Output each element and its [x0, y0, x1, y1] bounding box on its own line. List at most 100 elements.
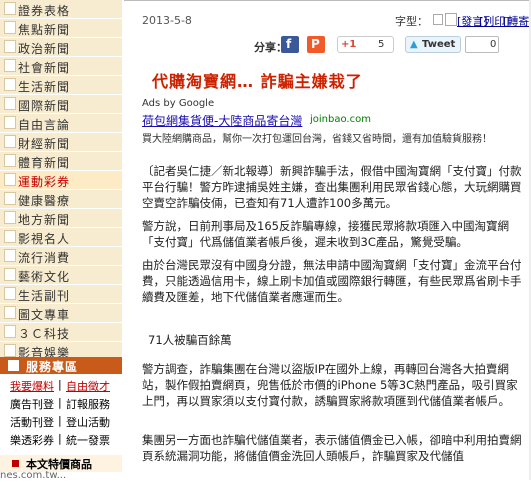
sidebar-item-label: 體育新聞: [18, 156, 71, 170]
sidebar-item[interactable]: 財經新聞: [0, 133, 122, 152]
service-separator: |: [58, 378, 62, 391]
sidebar-item[interactable]: 政治新聞: [0, 38, 122, 57]
category-icon: [4, 59, 16, 72]
sidebar-item[interactable]: 自由言論: [0, 114, 122, 133]
google-ad: Ads by Google 荷包網集貨便-大陸商品寄台灣 joinbao.com…: [140, 96, 520, 148]
tweet-button[interactable]: ▲ Tweet: [405, 36, 461, 53]
gplus-count: 5: [378, 39, 385, 50]
sidebar-item[interactable]: 證券表格: [0, 0, 122, 19]
service-link[interactable]: 自由徵才: [66, 378, 110, 394]
sidebar-item-label: 影視名人: [18, 232, 71, 246]
service-separator: |: [58, 396, 62, 409]
service-link[interactable]: 統一發票: [66, 432, 110, 448]
category-icon: [4, 211, 16, 224]
service-link[interactable]: 廣告刊登: [10, 396, 54, 412]
forward-link[interactable]: [轉寄]: [503, 13, 531, 29]
category-icon: [4, 135, 16, 148]
article-paragraph: 警方調查，詐騙集團在台灣以盜版IP在國外上線，再轉回台灣各大拍賣網站，製作假拍賣…: [142, 362, 518, 408]
sidebar-item[interactable]: 體育新聞: [0, 152, 122, 171]
category-icon: [4, 287, 16, 300]
sidebar-item[interactable]: 社會新聞: [0, 57, 122, 76]
article-date: 2013-5-8: [142, 14, 192, 27]
category-icon: [4, 268, 16, 281]
category-icon: [4, 173, 16, 186]
sidebar-item[interactable]: 國際新聞: [0, 95, 122, 114]
service-link[interactable]: 我要爆料: [10, 378, 54, 394]
gplus-label: +1: [341, 39, 357, 50]
ad-description: 買大陸網購商品，幫你一次打包運回台灣，省錢又省時間，還有加值驗貨服務！: [142, 134, 492, 145]
font-large-box[interactable]: [445, 13, 457, 26]
sidebar-item-label: 社會新聞: [18, 61, 71, 75]
twitter-bird-icon: ▲: [410, 39, 418, 50]
share-bar: 分享： f P +1 5 ▲ Tweet 0: [124, 33, 531, 57]
sidebar-item[interactable]: 流行消費: [0, 247, 122, 266]
bullet-icon: [12, 460, 19, 467]
service-link[interactable]: 登山活動: [66, 414, 110, 430]
top-divider: [124, 0, 531, 1]
facebook-share-button[interactable]: f: [281, 36, 299, 53]
sidebar-item-label: 生活副刊: [18, 289, 71, 303]
sidebar-item-label: 圖文專車: [18, 308, 71, 322]
tweet-count-box: 0: [465, 36, 499, 53]
sidebar-item[interactable]: 生活新聞: [0, 76, 122, 95]
article-paragraph: 警方說，日前刑事局及165反詐騙專線，接獲民眾將款項匯入中國淘寶網「支付寶」代爲…: [142, 219, 509, 249]
sidebar-item-label: 運動彩券: [18, 175, 71, 189]
service-row: 樂透彩券 | 統一發票: [0, 432, 122, 448]
ad-domain[interactable]: joinbao.com: [310, 114, 371, 125]
category-icon: [4, 2, 16, 15]
service-link[interactable]: 訂報服務: [66, 396, 110, 412]
category-icon: [4, 21, 16, 34]
font-size-label: 字型：: [395, 15, 428, 28]
sidebar-item-label: 生活新聞: [18, 80, 71, 94]
article-title: 代購淘寶網… 詐騙主嫌栽了: [152, 72, 363, 91]
category-icon: [4, 78, 16, 91]
gplus-button[interactable]: +1 5: [337, 36, 394, 53]
service-row: 我要爆料 | 自由徵才: [0, 378, 122, 394]
sidebar-item-label: 政治新聞: [18, 42, 71, 56]
service-separator: |: [58, 432, 62, 445]
ad-title-link[interactable]: 荷包網集貨便-大陸商品寄台灣: [142, 112, 302, 129]
category-icon: [4, 249, 16, 262]
article-paragraph: 集團另一方面也詐騙代儲值業者，表示儲值價金已入帳，卻暗中利用拍賣網頁系統漏洞功能…: [142, 433, 522, 463]
plurk-share-button[interactable]: P: [307, 36, 325, 53]
article-paragraph: 由於台灣民眾沒有中國身分證，無法申請中國淘寶網「支付寶」金流平台付費，只能透過信…: [142, 258, 522, 304]
category-icon: [4, 325, 16, 338]
sidebar-item[interactable]: 健康醫療: [0, 190, 122, 209]
sidebar-item-label: 流行消費: [18, 251, 71, 265]
category-icon: [4, 40, 16, 53]
tweet-count: 0: [490, 39, 497, 50]
sidebar-item[interactable]: 圖文專車: [0, 304, 122, 323]
ad-attribution[interactable]: Ads by Google: [142, 98, 214, 109]
sidebar-item-label: 焦點新聞: [18, 23, 71, 37]
article-subhead: 71人被騙百餘萬: [148, 333, 232, 347]
category-icon: [4, 344, 16, 357]
facebook-icon: f: [286, 37, 292, 51]
category-icon: [4, 230, 16, 243]
sidebar-item-label: ３Ｃ科技: [18, 327, 71, 341]
service-header-label: 服務專區: [26, 360, 79, 374]
flag-icon: [8, 360, 19, 371]
service-row: 廣告刊登 | 訂報服務: [0, 396, 122, 412]
sidebar-item-label: 地方新聞: [18, 213, 71, 227]
sidebar-item[interactable]: 焦點新聞: [0, 19, 122, 38]
service-section-header: 服務專區: [0, 357, 122, 374]
sidebar-item[interactable]: 生活副刊: [0, 285, 122, 304]
sidebar-item-label: 藝術文化: [18, 270, 71, 284]
sidebar-item-label: 財經新聞: [18, 137, 71, 151]
sidebar-item[interactable]: 影視名人: [0, 228, 122, 247]
sidebar-item-label: 國際新聞: [18, 99, 71, 113]
article-paragraph: 〔記者吳仁捷／新北報導〕新興詐騙手法，假借中國淘寶網「支付寶」付款平台行騙！警方…: [142, 164, 522, 210]
sidebar-item-label: 自由言論: [18, 118, 71, 132]
sidebar-item-label: 健康醫療: [18, 194, 71, 208]
sidebar-item[interactable]: ３Ｃ科技: [0, 323, 122, 342]
category-icon: [4, 192, 16, 205]
service-link[interactable]: 樂透彩券: [10, 432, 54, 448]
font-small-box[interactable]: [433, 14, 443, 25]
sidebar-item[interactable]: 運動彩券: [0, 171, 122, 190]
sidebar-item[interactable]: 藝術文化: [0, 266, 122, 285]
category-icon: [4, 154, 16, 167]
category-icon: [4, 97, 16, 110]
status-url: nes.com.tw...: [0, 470, 67, 481]
sidebar-item[interactable]: 地方新聞: [0, 209, 122, 228]
service-link[interactable]: 活動刊登: [10, 414, 54, 430]
